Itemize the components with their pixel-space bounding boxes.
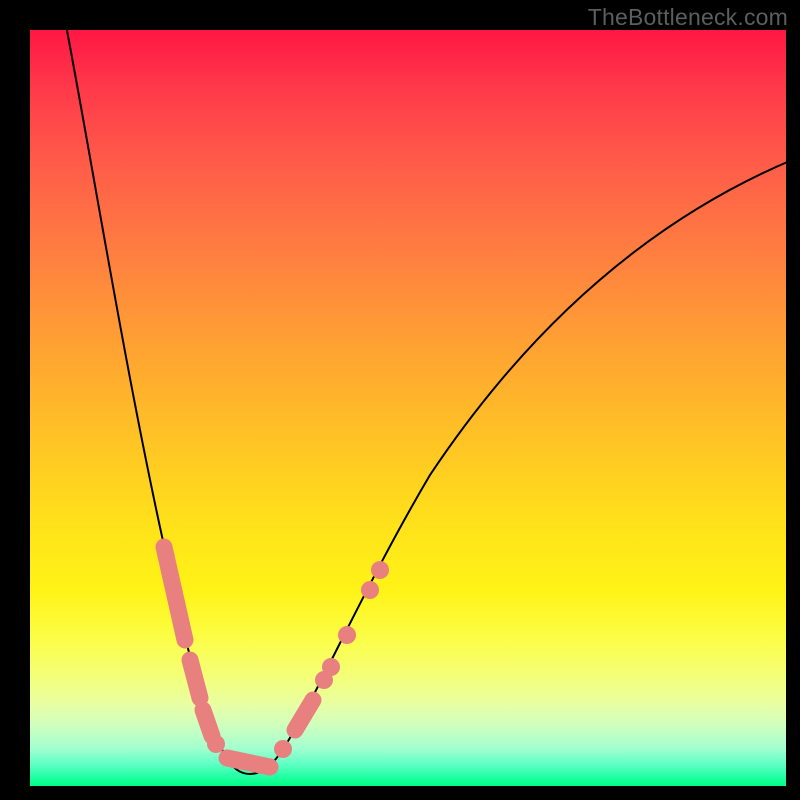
bead-segment [164,547,185,640]
bead-point [322,658,340,676]
bead-segment [295,700,313,730]
bottleneck-curve [65,20,792,774]
chart-frame: TheBottleneck.com [0,0,800,800]
bead-point [371,561,389,579]
curve-layer [30,30,786,786]
bead-point [361,581,379,599]
bead-segment [190,660,200,698]
watermark-text: TheBottleneck.com [588,4,788,31]
bead-segments [164,547,313,767]
bead-point [207,735,225,753]
plot-area [30,30,786,786]
bead-point [274,740,292,758]
bead-segment [203,710,212,736]
bead-segment [227,758,270,767]
bead-point [338,626,356,644]
